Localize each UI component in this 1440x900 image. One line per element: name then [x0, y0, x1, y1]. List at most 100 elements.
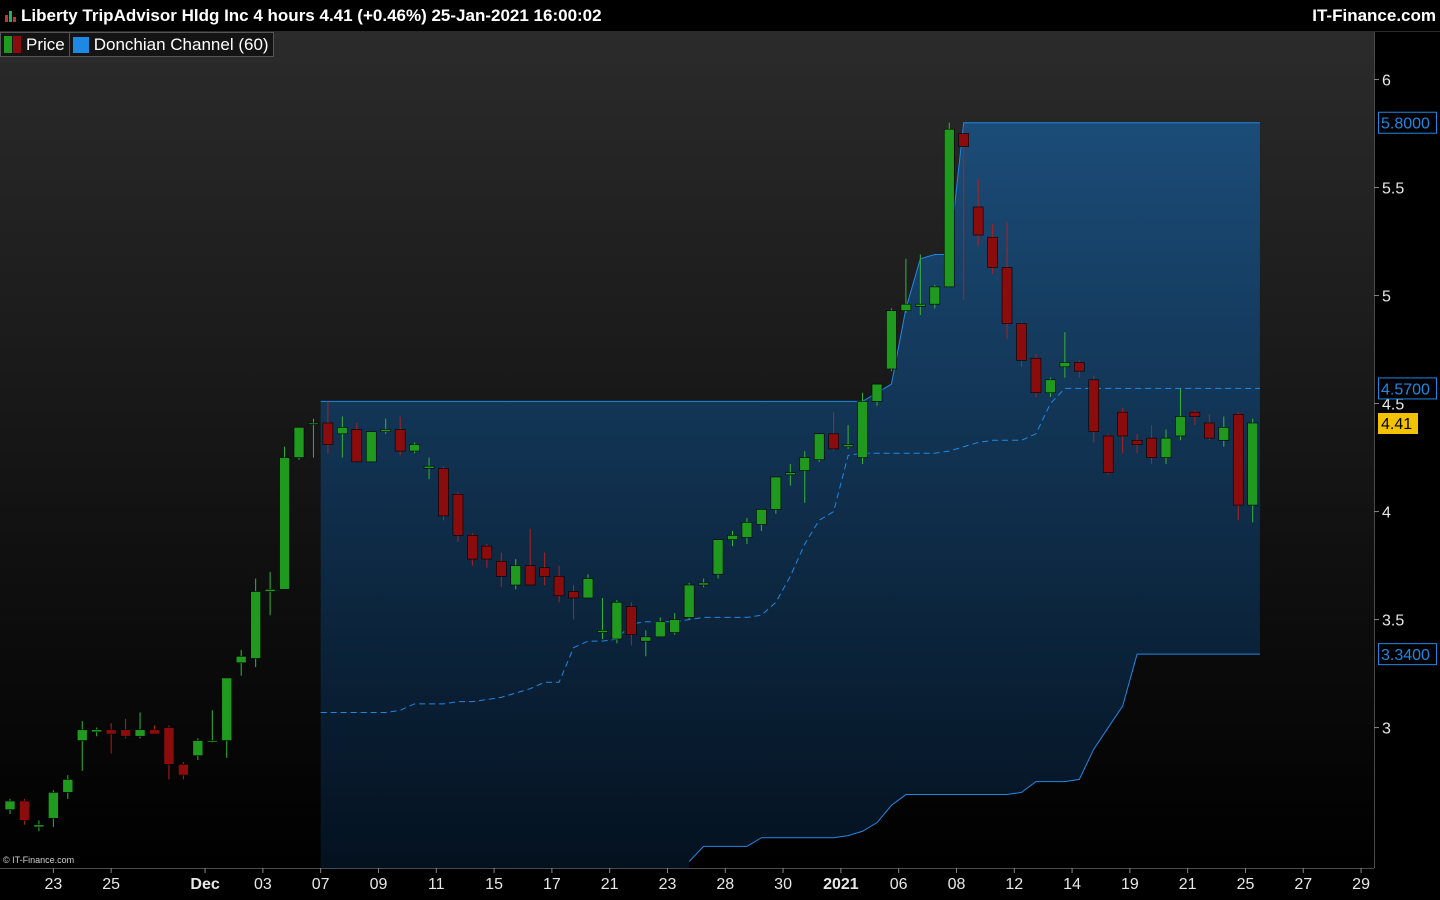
- candle-body: [626, 606, 637, 635]
- candle-body: [770, 476, 782, 510]
- candle-body: [1074, 362, 1085, 372]
- candle-body: [293, 427, 305, 458]
- candle-body: [1131, 439, 1143, 445]
- x-tick-label: 23: [44, 876, 62, 893]
- candle-body: [33, 824, 45, 828]
- candle-body: [221, 677, 233, 741]
- candle-body: [235, 655, 247, 664]
- candle-body: [784, 472, 796, 476]
- candle-body: [539, 567, 550, 577]
- copyright-text: © IT-Finance.com: [3, 855, 75, 865]
- candle-body: [1175, 416, 1186, 437]
- candle: [438, 466, 449, 521]
- x-tick-label: 11: [428, 876, 445, 893]
- candle: [1232, 412, 1244, 521]
- candle-body: [683, 584, 695, 618]
- candle: [1030, 353, 1042, 398]
- candle: [365, 431, 377, 463]
- candle: [813, 433, 825, 462]
- candle-body: [958, 133, 970, 147]
- x-tick-label: 25: [102, 876, 120, 893]
- candle: [611, 600, 623, 644]
- x-tick-label: 25: [1237, 876, 1255, 893]
- candle-body: [915, 303, 926, 307]
- candle-body: [481, 545, 493, 560]
- candle-body: [1160, 437, 1172, 458]
- channel-price-text: 3.3400: [1381, 647, 1430, 664]
- candle-body: [452, 493, 464, 536]
- candle: [250, 578, 261, 668]
- title-bar: Liberty TripAdvisor Hldg Inc 4 hours 4.4…: [0, 0, 1440, 32]
- candle-body: [857, 401, 868, 458]
- candle-body: [756, 509, 767, 525]
- channel-price-text: 5.8000: [1381, 116, 1430, 133]
- blue-square-icon: [72, 36, 89, 53]
- y-tick-label: 4: [1382, 505, 1391, 522]
- chart-title: Liberty TripAdvisor Hldg Inc 4 hours 4.4…: [21, 6, 602, 25]
- candle-body: [394, 429, 406, 452]
- candle-body: [250, 591, 261, 659]
- candle-body: [308, 422, 319, 425]
- candle-body: [597, 630, 608, 633]
- candle-body: [351, 429, 363, 463]
- candle-body: [207, 740, 218, 743]
- candle-body: [134, 729, 146, 737]
- candle-body: [813, 433, 825, 461]
- x-tick-label: 27: [1294, 876, 1312, 893]
- candle-body: [91, 729, 102, 733]
- candle-body: [1247, 422, 1258, 506]
- x-tick-label: 19: [1121, 876, 1139, 893]
- candle-body: [467, 535, 478, 560]
- legend-label-donchian: Donchian Channel (60): [93, 34, 269, 54]
- candle-body: [423, 465, 435, 469]
- candle-body: [48, 792, 59, 819]
- x-tick-label: 14: [1063, 876, 1081, 893]
- candlestick-icon: [4, 36, 22, 53]
- candle-body: [163, 727, 175, 765]
- candle-body: [582, 578, 594, 599]
- candle-body: [322, 422, 334, 445]
- candle-body: [741, 522, 753, 538]
- x-tick-label: 2021: [823, 876, 859, 893]
- candle: [683, 582, 695, 620]
- x-axis-ticks: 23 25 Dec 03 07 09 11 15 17 21 23 28 30 2021 06 08 12 14 1…: [44, 868, 1370, 893]
- candle: [943, 122, 955, 288]
- candle: [452, 492, 464, 542]
- legend-label-price: Price: [26, 34, 65, 54]
- candle-body: [264, 589, 276, 592]
- candle-body: [842, 444, 854, 448]
- candle: [770, 476, 782, 514]
- x-tick-label: 07: [312, 876, 330, 893]
- y-tick-label: 3.5: [1382, 613, 1404, 630]
- candle-body: [495, 560, 507, 577]
- price-chart[interactable]: 33.544.555.56 23 25 Dec 03 07 09 11 15 17 21 23 28 3…: [0, 0, 1440, 900]
- candle-body: [698, 582, 709, 586]
- x-tick-label: 21: [1179, 876, 1197, 893]
- candle-body: [1218, 427, 1230, 441]
- y-tick-label: 3: [1382, 721, 1391, 738]
- candle-body: [640, 636, 652, 642]
- candle-body: [654, 621, 666, 638]
- x-tick-label: 06: [890, 876, 908, 893]
- candle-body: [669, 619, 681, 633]
- brand-label: IT-Finance.com: [1312, 6, 1436, 25]
- candle-body: [380, 429, 392, 432]
- x-tick-label: 30: [774, 876, 792, 893]
- candle-body: [4, 800, 16, 810]
- x-tick-label: 29: [1352, 876, 1370, 893]
- candle-body: [62, 779, 74, 793]
- legend-item-price[interactable]: Price: [0, 32, 70, 57]
- legend-item-donchian[interactable]: Donchian Channel (60): [69, 32, 274, 57]
- candle-body: [192, 740, 204, 756]
- candle-body: [524, 565, 536, 586]
- candle-body: [1045, 379, 1056, 394]
- candle: [886, 308, 897, 372]
- candle-body: [568, 591, 579, 599]
- candle-body: [900, 303, 912, 311]
- candle: [1102, 433, 1114, 475]
- channel-price-label: 4.5700: [1378, 377, 1437, 400]
- y-tick-label: 5.5: [1382, 181, 1404, 198]
- candle-body: [105, 729, 117, 735]
- candle-body: [929, 286, 941, 305]
- x-tick-label: 15: [485, 876, 503, 893]
